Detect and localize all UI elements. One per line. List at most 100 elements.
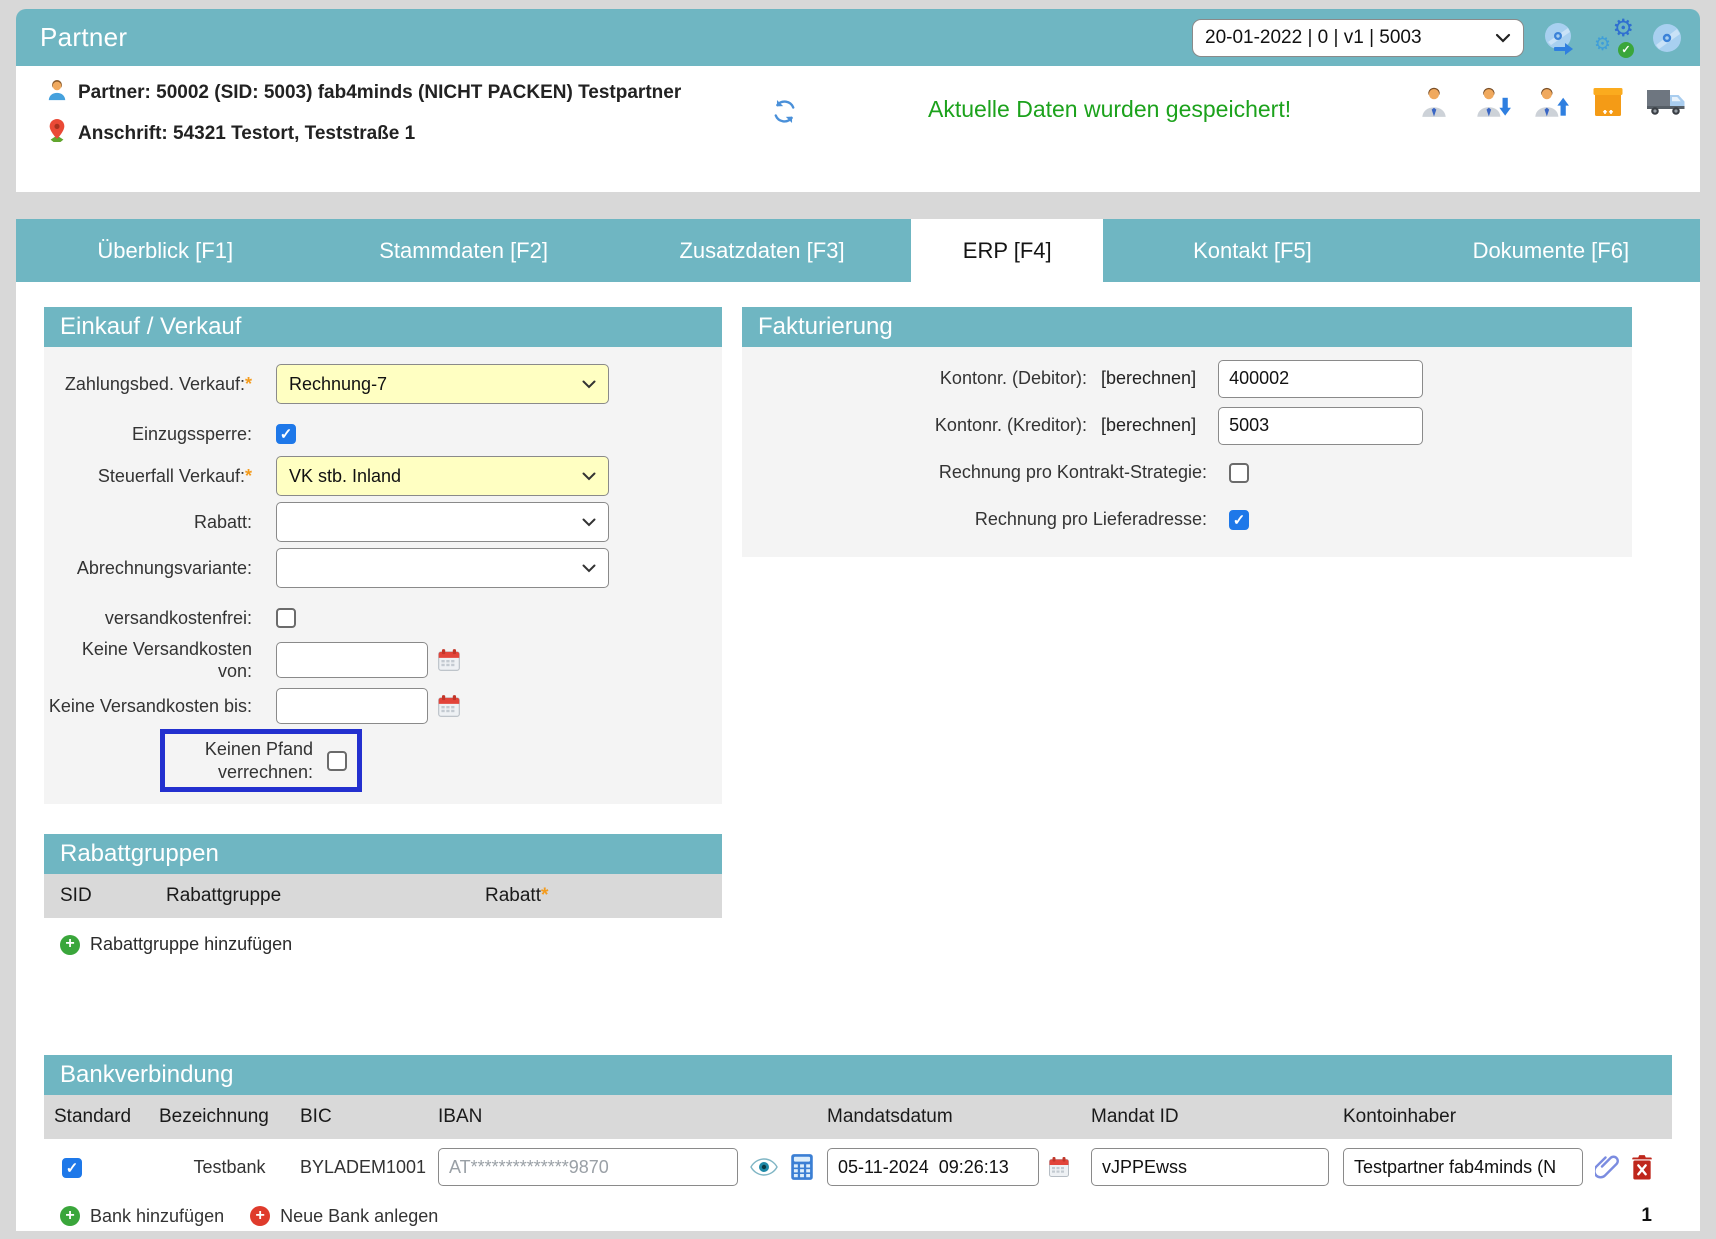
tab-dokumente[interactable]: Dokumente [F6] xyxy=(1402,219,1700,282)
location-pin-icon xyxy=(46,118,68,153)
keinen-pfand-checkbox[interactable] xyxy=(327,751,347,771)
calendar-icon[interactable] xyxy=(436,647,462,673)
selected-value: Rechnung-7 xyxy=(289,374,387,395)
person-icon xyxy=(46,78,68,112)
versand-von-input[interactable] xyxy=(276,642,428,678)
chevron-down-icon xyxy=(1495,33,1511,43)
bank-table-header: Standard Bezeichnung BIC IBAN Mandatsdat… xyxy=(44,1095,1672,1139)
add-rabattgruppe-link[interactable]: Rabattgruppe hinzufügen xyxy=(90,934,292,955)
kreditor-input[interactable] xyxy=(1218,407,1423,445)
add-bank-plus-icon[interactable] xyxy=(60,1206,80,1226)
required-marker: * xyxy=(245,466,252,486)
tab-zusatzdaten[interactable]: Zusatzdaten [F3] xyxy=(613,219,911,282)
rabatt-select[interactable] xyxy=(276,502,609,542)
new-bank-link[interactable]: Neue Bank anlegen xyxy=(280,1206,438,1227)
calendar-icon[interactable] xyxy=(1047,1155,1071,1179)
businessman-icon[interactable] xyxy=(1414,82,1454,122)
debitor-input[interactable] xyxy=(1218,360,1423,398)
kontrakt-strategie-checkbox[interactable] xyxy=(1229,463,1249,483)
chevron-down-icon xyxy=(582,380,596,389)
chevron-down-icon xyxy=(582,518,596,527)
status-message: Aktuelle Daten wurden gespeichert! xyxy=(928,96,1291,123)
check-badge-icon: ✓ xyxy=(1618,42,1634,58)
standard-checkbox[interactable] xyxy=(62,1158,82,1178)
versand-bis-input[interactable] xyxy=(276,688,428,724)
address-text: Anschrift: 54321 Testort, Teststraße 1 xyxy=(78,123,415,144)
berechnen-kreditor-link[interactable]: [berechnen] xyxy=(1101,415,1196,436)
selected-value: VK stb. Inland xyxy=(289,466,401,487)
partner-action-icons xyxy=(1414,82,1686,122)
field-label: Zahlungsbed. Verkauf:* xyxy=(44,373,252,396)
tab-ueberblick[interactable]: Überblick [F1] xyxy=(16,219,314,282)
einzugssperre-checkbox[interactable] xyxy=(276,424,296,444)
calendar-icon[interactable] xyxy=(436,693,462,719)
versandkostenfrei-checkbox[interactable] xyxy=(276,608,296,628)
gear-icon: ⚙ xyxy=(1594,33,1611,56)
field-label: Kontonr. (Debitor): xyxy=(742,368,1087,389)
tab-kontakt[interactable]: Kontakt [F5] xyxy=(1103,219,1401,282)
steuerfall-verkauf-select[interactable]: VK stb. Inland xyxy=(276,456,609,496)
field-label: Einzugssperre: xyxy=(44,423,252,446)
column-header-rabattgruppe: Rabattgruppe xyxy=(166,885,485,907)
mandatsdatum-input[interactable] xyxy=(827,1148,1039,1186)
version-select[interactable]: 20-01-2022 | 0 | v1 | 5003 xyxy=(1192,19,1524,57)
field-label: versandkostenfrei: xyxy=(44,607,252,630)
bank-footer: Bank hinzufügen Neue Bank anlegen 1 xyxy=(44,1195,1672,1227)
delete-icon[interactable] xyxy=(1631,1154,1653,1180)
column-header-standard: Standard xyxy=(44,1106,159,1128)
rabattgruppen-panel: Rabattgruppen SID Rabattgruppe Rabatt* R… xyxy=(44,834,722,965)
lieferadresse-checkbox[interactable] xyxy=(1229,510,1249,530)
panel-title: Fakturierung xyxy=(742,307,1632,347)
businessman-upload-icon[interactable] xyxy=(1530,82,1570,122)
field-label: Keine Versandkosten von: xyxy=(44,638,252,683)
disc-icon[interactable] xyxy=(1650,21,1684,55)
chevron-down-icon xyxy=(582,564,596,573)
settings-gears-icon[interactable]: ⚙ ⚙ ✓ xyxy=(1594,18,1634,58)
mandat-id-input[interactable] xyxy=(1091,1148,1329,1186)
eye-icon[interactable] xyxy=(750,1158,778,1176)
tab-erp[interactable]: ERP [F4] xyxy=(911,219,1103,282)
add-plus-icon[interactable] xyxy=(60,935,80,955)
new-bank-group: Neue Bank anlegen xyxy=(250,1206,438,1227)
panel-title: Bankverbindung xyxy=(44,1055,1672,1095)
partner-line: Partner: 50002 (SID: 5003) fab4minds (NI… xyxy=(46,78,736,112)
tab-stammdaten[interactable]: Stammdaten [F2] xyxy=(314,219,612,282)
column-header-sid: SID xyxy=(44,885,166,907)
field-label: Abrechnungsvariante: xyxy=(44,557,252,580)
disc-export-icon[interactable] xyxy=(1540,19,1578,57)
fakturierung-panel: Fakturierung Kontonr. (Debitor): [berech… xyxy=(742,307,1632,557)
column-header-mandat-id: Mandat ID xyxy=(1091,1106,1343,1128)
iban-input[interactable] xyxy=(438,1148,738,1186)
bank-table-row: Testbank BYLADEM1001 xyxy=(44,1139,1672,1195)
address-line: Anschrift: 54321 Testort, Teststraße 1 xyxy=(46,118,736,153)
field-label: Rechnung pro Lieferadresse: xyxy=(742,509,1207,530)
field-label: Keine Versandkosten bis: xyxy=(44,695,252,718)
businessman-download-icon[interactable] xyxy=(1472,82,1512,122)
abrechnungsvariante-select[interactable] xyxy=(276,548,609,588)
partner-infobar: Partner: 50002 (SID: 5003) fab4minds (NI… xyxy=(16,66,1700,192)
paperclip-icon[interactable] xyxy=(1595,1153,1619,1181)
required-marker: * xyxy=(541,885,548,906)
gear-icon: ⚙ xyxy=(1612,14,1634,43)
column-header-iban: IBAN xyxy=(438,1106,827,1128)
add-bank-link[interactable]: Bank hinzufügen xyxy=(90,1206,224,1227)
bankverbindung-panel: Bankverbindung Standard Bezeichnung BIC … xyxy=(44,1055,1672,1227)
refresh-icon[interactable] xyxy=(771,98,798,130)
berechnen-debitor-link[interactable]: [berechnen] xyxy=(1101,368,1196,389)
truck-icon[interactable] xyxy=(1646,82,1686,122)
field-label: Keinen Pfand verrechnen: xyxy=(169,738,313,783)
panel-title: Rabattgruppen xyxy=(44,834,722,874)
package-icon[interactable] xyxy=(1588,82,1628,122)
chevron-down-icon xyxy=(582,472,596,481)
version-select-value: 20-01-2022 | 0 | v1 | 5003 xyxy=(1205,27,1422,49)
bank-row-count: 1 xyxy=(1641,1205,1652,1227)
rabattgruppen-table-header: SID Rabattgruppe Rabatt* xyxy=(44,874,722,918)
page-title: Partner xyxy=(40,22,127,53)
zahlungsbed-verkauf-select[interactable]: Rechnung-7 xyxy=(276,364,609,404)
bic-cell: BYLADEM1001 xyxy=(300,1157,438,1178)
field-label: Kontonr. (Kreditor): xyxy=(742,415,1087,436)
page-header-bar: Partner 20-01-2022 | 0 | v1 | 5003 ⚙ ⚙ ✓ xyxy=(16,9,1700,66)
kontoinhaber-input[interactable] xyxy=(1343,1148,1583,1186)
new-bank-plus-icon[interactable] xyxy=(250,1206,270,1226)
calculator-icon[interactable] xyxy=(790,1153,814,1181)
